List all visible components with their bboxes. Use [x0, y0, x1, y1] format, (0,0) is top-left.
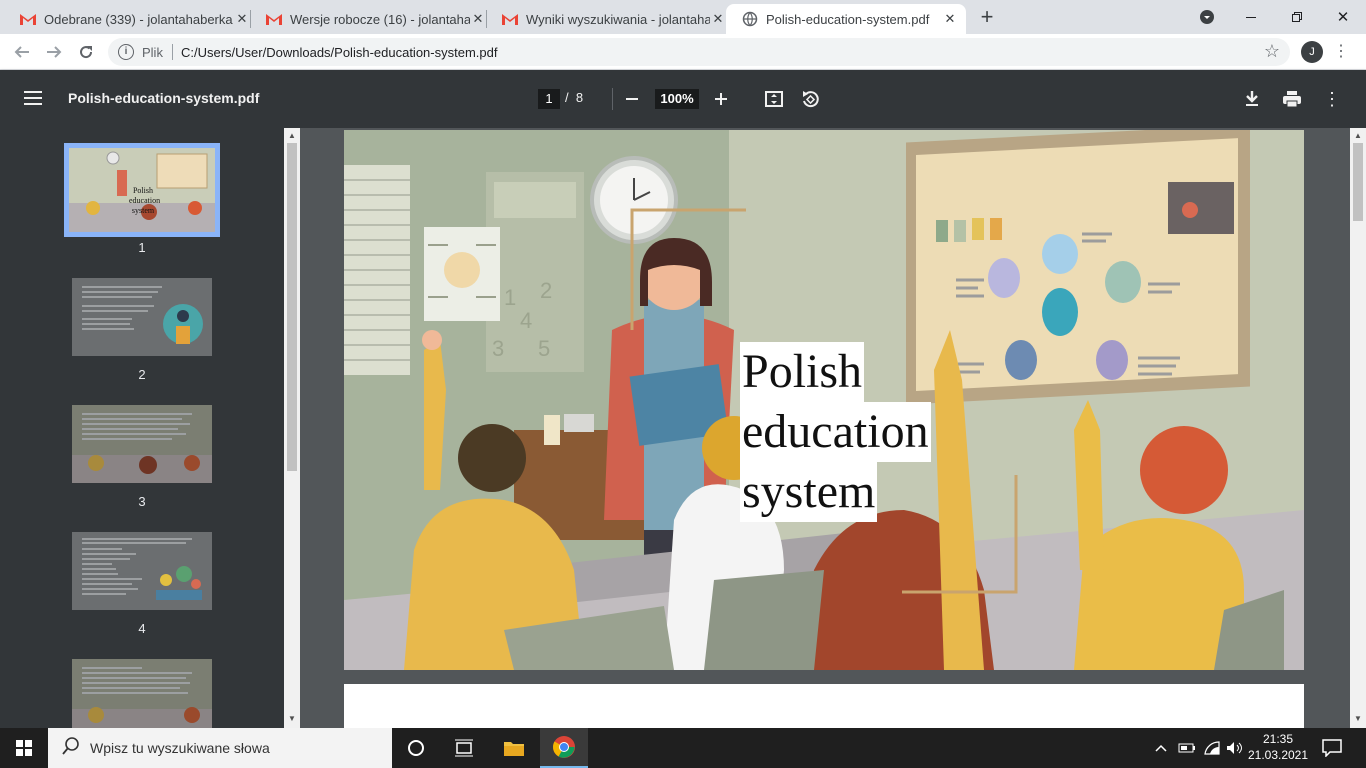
pdf-page-2: [344, 684, 1304, 728]
main-scrollbar-thumb[interactable]: [1353, 143, 1363, 221]
thumbnail-page-1[interactable]: Polish education system: [69, 148, 215, 232]
tab-title: Polish-education-system.pdf: [766, 11, 930, 27]
svg-text:2: 2: [540, 278, 552, 303]
search-placeholder: Wpisz tu wyszukiwane słowa: [90, 740, 270, 756]
restore-icon[interactable]: [1274, 0, 1320, 34]
wifi-icon[interactable]: [1204, 728, 1220, 768]
omnibox[interactable]: i Plik C:/Users/User/Downloads/Polish-ed…: [108, 38, 1290, 66]
close-window-icon[interactable]: ✕: [1320, 0, 1366, 34]
battery-icon[interactable]: [1178, 728, 1196, 768]
taskbar-search-box[interactable]: Wpisz tu wyszukiwane słowa: [48, 728, 392, 768]
page-1-title: Polish education system: [740, 342, 931, 522]
url-text[interactable]: C:/Users/User/Downloads/Polish-education…: [181, 45, 497, 60]
title-line: education: [740, 402, 931, 462]
pdf-toolbar: Polish-education-system.pdf 1 / 8 100% ⋮: [0, 70, 1366, 128]
reload-icon[interactable]: [74, 40, 98, 64]
tab-gmail-drafts[interactable]: Wersje robocze (16) - jolantahab ✕: [250, 4, 486, 34]
show-hidden-icons[interactable]: [1154, 728, 1168, 768]
thumbnail-page-2[interactable]: [72, 278, 212, 356]
task-view-icon[interactable]: [440, 728, 488, 768]
sidebar-scrollbar-thumb[interactable]: [287, 143, 297, 471]
close-icon[interactable]: ✕: [470, 11, 486, 27]
hamburger-menu-icon[interactable]: [24, 91, 42, 105]
tab-gmail-inbox[interactable]: Odebrane (339) - jolantahaberka ✕: [4, 4, 250, 34]
title-line: system: [740, 462, 878, 522]
notifications-icon[interactable]: [1322, 728, 1342, 768]
chrome-taskbar-icon[interactable]: [540, 728, 588, 768]
profile-dropdown-icon[interactable]: [1184, 0, 1230, 34]
close-icon[interactable]: ✕: [234, 11, 250, 27]
rotate-icon[interactable]: [798, 87, 822, 111]
back-arrow-icon[interactable]: [10, 40, 34, 64]
address-bar-row: i Plik C:/Users/User/Downloads/Polish-ed…: [0, 34, 1366, 70]
thumbnail-page-3[interactable]: [72, 405, 212, 483]
clock-time: 21:35: [1262, 732, 1294, 746]
page-number-input[interactable]: 1: [538, 89, 560, 109]
thumbnail-page-1-title: Polish education system: [129, 186, 161, 215]
avatar[interactable]: J: [1301, 41, 1323, 63]
system-clock[interactable]: 21:35 21.03.2021: [1246, 731, 1310, 763]
zoom-out-icon[interactable]: [620, 87, 644, 111]
print-icon[interactable]: [1280, 87, 1304, 111]
thumbnail-sidebar: Polish education system 1 2 3 4: [0, 128, 300, 728]
pdf-content-area: 1 2 4 3 5 Polish education system: [300, 128, 1350, 728]
thumbnail-number: 2: [138, 367, 146, 382]
tab-title: Wyniki wyszukiwania - jolantahab: [526, 11, 710, 27]
download-icon[interactable]: [1240, 87, 1264, 111]
kebab-menu-icon[interactable]: ⋮: [1329, 40, 1353, 64]
divider: [612, 88, 613, 110]
fit-to-page-icon[interactable]: [762, 87, 786, 111]
gmail-icon: [20, 11, 36, 27]
forward-arrow-icon[interactable]: [42, 40, 66, 64]
windows-start-icon[interactable]: [0, 728, 48, 768]
title-line: Polish: [740, 342, 865, 402]
thumbnail-page-5[interactable]: [72, 659, 212, 728]
volume-icon[interactable]: [1226, 728, 1244, 768]
bookmark-star-icon[interactable]: ☆: [1264, 41, 1280, 62]
file-explorer-icon[interactable]: [490, 728, 538, 768]
thumbnail-number: 1: [138, 240, 146, 255]
cortana-icon[interactable]: [392, 728, 440, 768]
tab-pdf[interactable]: Polish-education-system.pdf ✕: [726, 4, 966, 34]
tab-title: Odebrane (339) - jolantahaberka: [44, 11, 233, 27]
new-tab-button[interactable]: +: [976, 6, 998, 28]
gmail-icon: [502, 11, 518, 27]
thumbnail-number: 4: [138, 621, 146, 636]
pdf-page-1: 1 2 4 3 5 Polish education system: [344, 130, 1304, 670]
tab-strip: Odebrane (339) - jolantahaberka ✕ Wersje…: [0, 0, 1366, 34]
info-icon[interactable]: i: [118, 44, 134, 60]
svg-text:5: 5: [538, 336, 550, 361]
scheme-label: Plik: [142, 45, 163, 60]
svg-text:3: 3: [492, 336, 504, 361]
search-icon: [62, 736, 80, 760]
globe-icon: [742, 11, 758, 27]
page-total: / 8: [565, 90, 584, 105]
tab-title: Wersje robocze (16) - jolantahab: [290, 11, 470, 27]
svg-text:4: 4: [520, 308, 532, 333]
close-icon[interactable]: ✕: [942, 11, 958, 27]
thumbnail-number: 3: [138, 494, 146, 509]
minimize-icon[interactable]: [1228, 0, 1274, 34]
document-title: Polish-education-system.pdf: [68, 90, 260, 106]
svg-text:1: 1: [504, 285, 516, 310]
zoom-level-input[interactable]: 100%: [655, 89, 699, 109]
thumbnail-page-4[interactable]: [72, 532, 212, 610]
zoom-in-icon[interactable]: [709, 87, 733, 111]
more-options-icon[interactable]: ⋮: [1320, 87, 1344, 111]
tab-gmail-search[interactable]: Wyniki wyszukiwania - jolantahab ✕: [486, 4, 726, 34]
gmail-icon: [266, 11, 282, 27]
clock-date: 21.03.2021: [1247, 748, 1309, 762]
windows-taskbar: Wpisz tu wyszukiwane słowa 21:35 21.03.2…: [0, 728, 1366, 768]
close-icon[interactable]: ✕: [710, 11, 726, 27]
